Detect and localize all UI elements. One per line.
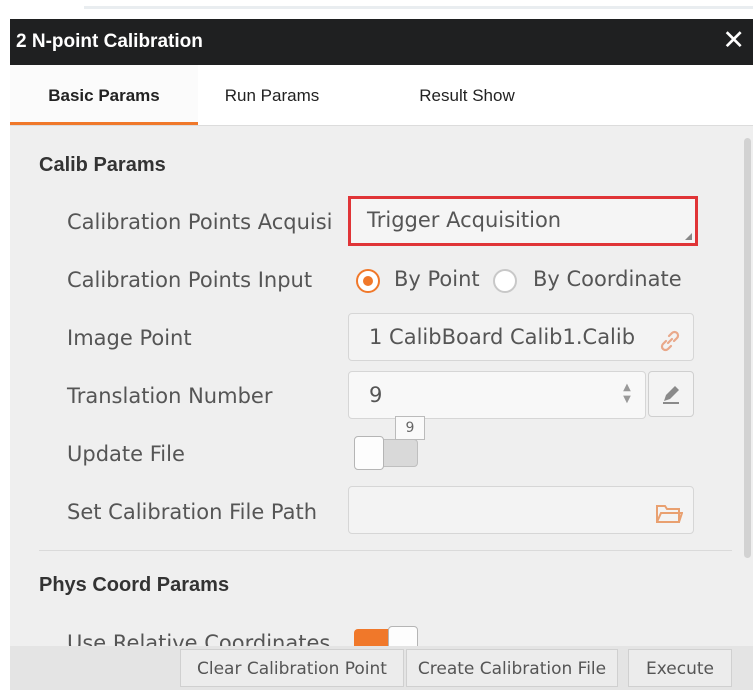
file-path-input[interactable]: [348, 486, 694, 534]
title-bar: 2 N-point Calibration ✕: [10, 19, 753, 65]
clear-calibration-point-button[interactable]: Clear Calibration Point: [180, 649, 404, 687]
footer-bar: Clear Calibration Point Create Calibrati…: [10, 646, 753, 690]
window-top-edge: [0, 0, 753, 9]
resize-corner-icon: [685, 233, 692, 240]
tab-run-params[interactable]: Run Params: [198, 65, 346, 125]
toggle-knob: [388, 626, 418, 646]
translation-number-value: 9: [369, 383, 383, 407]
link-icon[interactable]: [657, 324, 683, 352]
tab-basic-params[interactable]: Basic Params: [10, 65, 198, 125]
points-input-label: Calibration Points Input: [67, 268, 313, 292]
tab-result-show[interactable]: Result Show: [386, 65, 548, 125]
radio-by-coordinate-label[interactable]: By Coordinate: [533, 267, 682, 291]
translation-number-label: Translation Number: [67, 384, 273, 408]
scrollbar[interactable]: [743, 126, 753, 646]
relative-coords-toggle[interactable]: [354, 626, 418, 646]
section-title-phys-coord-params: Phys Coord Params: [39, 574, 230, 596]
section-divider: [39, 550, 732, 551]
file-path-label: Set Calibration File Path: [67, 500, 318, 524]
value-tooltip: 9: [395, 416, 425, 440]
stepper-arrows-icon[interactable]: ▲ ▼: [621, 382, 633, 406]
section-title-calib-params: Calib Params: [39, 154, 166, 176]
radio-by-point-label[interactable]: By Point: [394, 267, 480, 291]
update-file-label: Update File: [67, 442, 185, 466]
acquisition-label: Calibration Points Acquisi: [67, 210, 333, 234]
close-icon[interactable]: ✕: [722, 26, 745, 56]
radio-by-coordinate[interactable]: [493, 269, 517, 293]
create-calibration-file-button[interactable]: Create Calibration File: [406, 649, 618, 687]
update-file-toggle[interactable]: [354, 436, 418, 470]
toggle-knob: [354, 436, 384, 470]
relative-coords-label: Use Relative Coordinates: [67, 631, 331, 646]
acquisition-select[interactable]: Trigger Acquisition: [348, 196, 698, 246]
scrollbar-thumb[interactable]: [744, 138, 751, 558]
edit-button[interactable]: [648, 371, 694, 417]
params-panel: Calib Params Calibration Points Acquisi …: [10, 126, 753, 646]
acquisition-value: Trigger Acquisition: [367, 208, 562, 232]
image-point-label: Image Point: [67, 326, 192, 350]
radio-by-point[interactable]: [356, 269, 380, 293]
image-point-value: 1 CalibBoard Calib1.Calib: [369, 325, 636, 349]
folder-icon[interactable]: [655, 497, 684, 523]
execute-button[interactable]: Execute: [628, 649, 732, 687]
pencil-icon: [659, 382, 683, 410]
image-point-field[interactable]: 1 CalibBoard Calib1.Calib: [348, 313, 694, 361]
tab-bar: Basic Params Run Params Result Show: [10, 65, 753, 126]
window-title: 2 N-point Calibration: [16, 31, 203, 52]
translation-number-stepper[interactable]: 9 ▲ ▼: [348, 371, 646, 419]
